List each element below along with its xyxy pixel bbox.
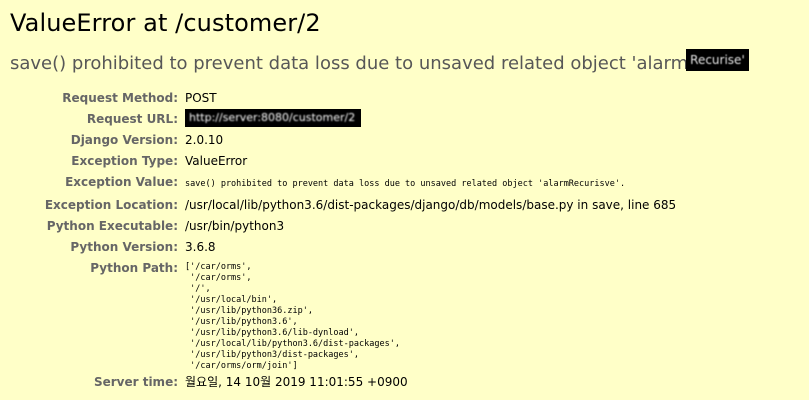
redacted-text: Recurise' [690, 53, 745, 67]
exception-value-text: save() prohibited to prevent data loss d… [10, 53, 689, 74]
meta-row-server-time: Server time: 월요일, 14 10월 2019 11:01:55 +… [10, 372, 676, 393]
meta-value: 2.0.10 [185, 133, 224, 147]
meta-label: Python Executable: [46, 219, 178, 233]
meta-row-django-version: Django Version: 2.0.10 [10, 130, 676, 151]
meta-value: /usr/bin/python3 [185, 219, 285, 233]
request-url-value: http://server:8080/customer/2 [189, 111, 356, 124]
meta-label: Exception Type: [71, 154, 178, 168]
meta-label: Exception Location: [44, 198, 178, 212]
meta-value: save() prohibited to prevent data loss d… [185, 172, 676, 195]
meta-value: ValueError [185, 154, 248, 168]
meta-label: Exception Value: [65, 175, 178, 189]
redaction-box: Recurise' [686, 49, 749, 71]
meta-label: Server time: [93, 375, 178, 389]
meta-row-python-executable: Python Executable: /usr/bin/python3 [10, 216, 676, 237]
meta-row-python-version: Python Version: 3.6.8 [10, 237, 676, 258]
meta-label: Python Version: [70, 240, 178, 254]
python-path-list: ['/car/orms', '/car/orms', '/', '/usr/lo… [185, 262, 400, 371]
exception-value-mono: save() prohibited to prevent data loss d… [185, 179, 626, 189]
page-title: ValueError at /customer/2 [10, 9, 321, 37]
request-meta-table: Request Method: POST Request URL: http:/… [10, 88, 676, 393]
meta-label: Request URL: [86, 112, 178, 126]
meta-value: POST [185, 91, 217, 105]
meta-label: Django Version: [70, 133, 178, 147]
meta-row-exception-value: Exception Value: save() prohibited to pr… [10, 172, 676, 195]
meta-row-exception-location: Exception Location: /usr/local/lib/pytho… [10, 195, 676, 216]
exception-value-heading: save() prohibited to prevent data loss d… [10, 49, 790, 76]
meta-row-request-method: Request Method: POST [10, 88, 676, 109]
error-summary: ValueError at /customer/2 save() prohibi… [0, 0, 809, 393]
meta-label: Request Method: [62, 91, 178, 105]
meta-label: Python Path: [90, 261, 178, 275]
meta-row-python-path: Python Path: ['/car/orms', '/car/orms', … [10, 258, 676, 372]
meta-value: 월요일, 14 10월 2019 11:01:55 +0900 [185, 375, 408, 389]
meta-row-request-url: Request URL: http://server:8080/customer… [10, 109, 676, 130]
meta-value: /usr/local/lib/python3.6/dist-packages/d… [185, 198, 677, 212]
meta-value: 3.6.8 [185, 240, 216, 254]
redaction-box: http://server:8080/customer/2 [185, 109, 362, 127]
meta-row-exception-type: Exception Type: ValueError [10, 151, 676, 172]
meta-value: http://server:8080/customer/2 [185, 109, 676, 130]
meta-value: ['/car/orms', '/car/orms', '/', '/usr/lo… [185, 258, 676, 372]
